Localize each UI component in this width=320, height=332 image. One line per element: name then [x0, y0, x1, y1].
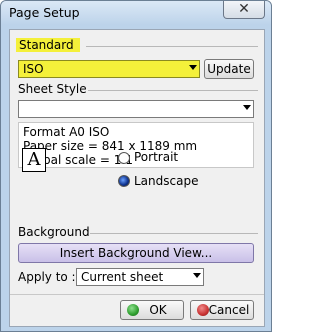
window-title: Page Setup [9, 5, 80, 20]
ok-label: OK [149, 303, 167, 317]
font-a-icon: A [22, 148, 46, 172]
sheet-style-label: Sheet Style [18, 82, 87, 96]
chevron-down-icon [189, 65, 197, 70]
standard-select-value: ISO [23, 62, 44, 76]
insert-background-view-label: Insert Background View... [59, 246, 213, 260]
chevron-down-icon [193, 273, 201, 278]
landscape-radio[interactable] [118, 175, 130, 187]
close-icon: ✕ [238, 1, 250, 17]
portrait-label[interactable]: Portrait [134, 150, 178, 164]
background-label: Background [18, 225, 90, 239]
cancel-icon [197, 304, 209, 316]
apply-to-label: Apply to : [18, 270, 76, 284]
landscape-label[interactable]: Landscape [134, 174, 198, 188]
apply-to-value: Current sheet [81, 270, 164, 284]
standard-select[interactable]: ISO [18, 60, 200, 78]
page-setup-dialog: Page Setup ✕ Standard ISO Update Sheet S… [0, 0, 272, 332]
chevron-down-icon [243, 105, 251, 110]
footer-divider [10, 294, 264, 295]
standard-divider [86, 46, 258, 47]
format-line: Format A0 ISO [23, 125, 110, 139]
standard-label: Standard [16, 38, 80, 52]
ok-button[interactable]: OK [120, 300, 184, 320]
apply-to-select[interactable]: Current sheet [76, 268, 204, 286]
sheet-style-divider [88, 90, 258, 91]
update-button-label: Update [207, 62, 251, 76]
cancel-button[interactable]: Cancel [190, 300, 254, 320]
background-divider [90, 233, 258, 234]
update-button[interactable]: Update [204, 59, 254, 79]
ok-icon [127, 304, 139, 316]
sheet-style-select[interactable] [18, 100, 254, 118]
insert-background-view-button[interactable]: Insert Background View... [18, 243, 254, 263]
title-bar[interactable]: Page Setup ✕ [1, 1, 271, 25]
portrait-radio[interactable] [118, 152, 130, 164]
dialog-content: Standard ISO Update Sheet Style Format A… [9, 29, 265, 327]
close-button[interactable]: ✕ [223, 1, 265, 19]
